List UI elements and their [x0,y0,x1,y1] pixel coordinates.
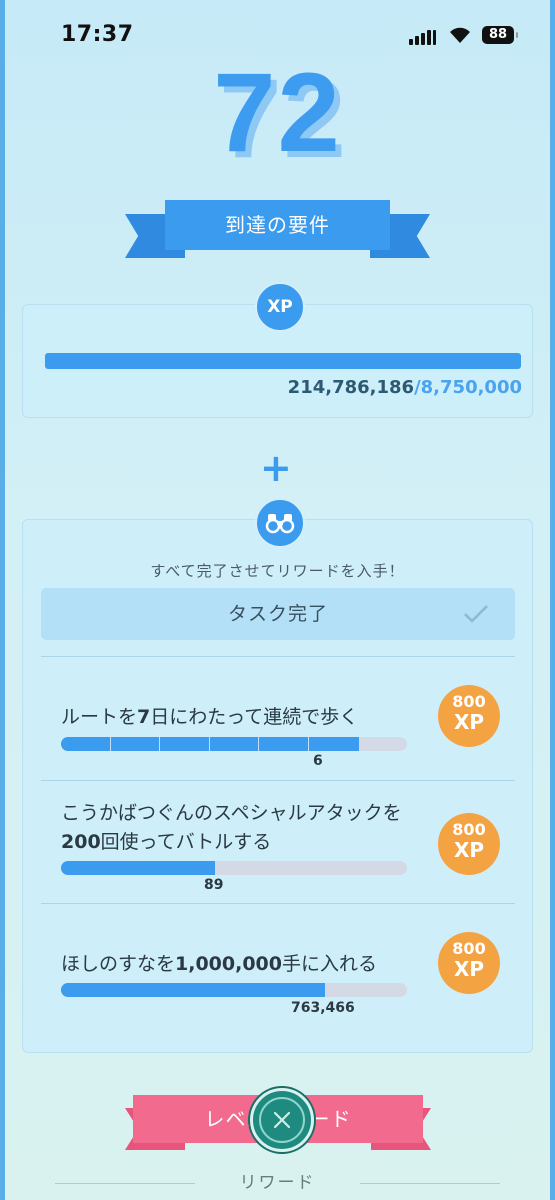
requirements-banner-label: 到達の要件 [165,200,390,250]
task-progress-value: 6 [313,753,323,769]
task-reward-badge: 800 XP [438,932,500,994]
task-progress-value: 763,466 [291,1000,355,1016]
task-reward-badge: 800 XP [438,813,500,875]
task-progress-bar [61,737,407,751]
screen: 17:37 88 72 到達の要件 214,786,186/8,750,000 … [5,0,550,1200]
task-reward-badge: 800 XP [438,685,500,747]
xp-progress-bar [45,353,521,369]
task-instruction: すべて完了させてリワードを入手！ [150,562,405,580]
task-title: ルートを7日にわたって連続で歩く [61,706,359,728]
task-progress-bar [61,983,407,997]
xp-progress-text: 214,786,186/8,750,000 [287,377,522,398]
requirements-banner: 到達の要件 [125,200,430,262]
plus-sign: + [260,446,292,490]
check-icon [463,603,489,629]
level-number: 72 [213,50,342,175]
binoculars-icon [255,498,305,548]
task-progress-bar [61,861,407,875]
task-title: ほしのすなを1,000,000手に入れる [61,953,378,975]
divider [41,903,515,904]
status-time: 17:37 [61,22,134,47]
rewards-label: リワード [239,1173,316,1193]
tasks-complete-label: タスク完了 [227,603,328,625]
close-icon [273,1111,291,1129]
close-button[interactable] [250,1088,314,1152]
tasks-complete-button[interactable]: タスク完了 [41,588,515,640]
task-progress-value: 89 [204,877,224,893]
task-requirement-card: すべて完了させてリワードを入手！ タスク完了 ルートを7日にわたって連続で歩く … [22,519,533,1053]
xp-badge: XP [255,282,305,332]
task-progress-fill [61,861,215,875]
task-progress-fill [61,983,325,997]
divider [41,780,515,781]
battery-indicator: 88 [482,26,518,44]
task-title: こうかばつぐんのスペシャルアタックを200回使ってバトルする [61,802,402,853]
wifi-icon [448,24,472,48]
divider [41,656,515,657]
signal-icon [409,29,439,45]
